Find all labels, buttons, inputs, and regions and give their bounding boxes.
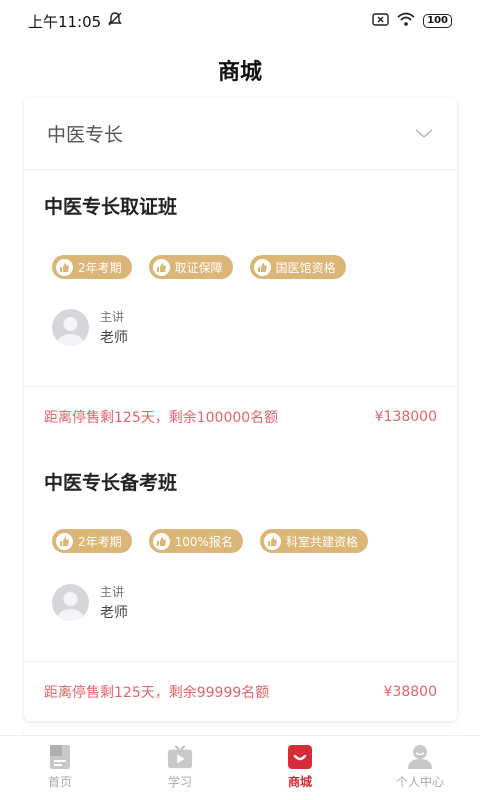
course-tags: 2年考期 取证保障 国医馆资格 <box>52 255 346 279</box>
price: ¥38800 <box>383 683 437 700</box>
teacher-role: 主讲 <box>100 310 125 324</box>
category-selector[interactable]: 中医专长 <box>24 98 457 170</box>
status-time: 上午11:05 <box>28 12 102 31</box>
course-title: 中医专长取证班 <box>44 196 178 218</box>
course-tags: 2年考期 100%报名 科室共建资格 <box>52 529 368 553</box>
shop-bag-icon <box>287 744 313 770</box>
sale-info: 距离停售剩125天，剩余100000名额 <box>44 409 279 426</box>
mute-icon <box>107 11 123 31</box>
home-doc-icon <box>47 744 73 770</box>
course-item[interactable]: 中医专长备考班 2年考期 100%报名 科室共建资格 主讲 老师 距离停售剩12… <box>24 446 457 721</box>
tab-label: 首页 <box>47 775 72 789</box>
sale-info: 距离停售剩125天，剩余99999名额 <box>44 684 270 701</box>
course-tag: 取证保障 <box>148 255 233 279</box>
teacher-name: 老师 <box>100 605 128 621</box>
tab-shop[interactable]: 商城 <box>240 736 360 800</box>
tab-label: 学习 <box>167 775 192 789</box>
teacher-role: 主讲 <box>100 585 125 599</box>
sim-icon <box>372 12 389 30</box>
tab-home[interactable]: 首页 <box>0 736 120 800</box>
price: ¥138000 <box>374 408 437 425</box>
thumbs-up-icon <box>263 532 281 550</box>
thumbs-up-icon <box>56 258 73 276</box>
person-icon <box>407 744 433 770</box>
thumbs-up-icon <box>152 258 170 276</box>
tab-label: 个人中心 <box>395 775 444 789</box>
course-list-card: 中医专长 中医专长取证班 2年考期 取证保障 国医馆资格 主讲 老师 距离停售剩… <box>24 98 457 721</box>
tab-study[interactable]: 学习 <box>120 736 240 800</box>
tv-icon <box>167 744 193 770</box>
course-tag: 100%报名 <box>148 529 243 553</box>
sale-info-row: 距离停售剩125天，剩余100000名额 ¥138000 <box>24 386 457 446</box>
category-label: 中医专长 <box>47 124 124 146</box>
course-item[interactable]: 中医专长取证班 2年考期 取证保障 国医馆资格 主讲 老师 距离停售剩125天，… <box>24 170 457 446</box>
thumbs-up-icon <box>152 532 170 550</box>
avatar <box>52 309 89 346</box>
status-bar: 上午11:05 100 <box>0 0 480 42</box>
teacher-info: 主讲 老师 <box>52 583 128 622</box>
chevron-down-icon <box>415 124 433 143</box>
page-title: 商城 <box>217 60 262 85</box>
thumbs-up-icon <box>253 258 271 276</box>
wifi-icon <box>397 12 415 30</box>
sale-info-row: 距离停售剩125天，剩余99999名额 ¥38800 <box>24 661 457 721</box>
tab-profile[interactable]: 个人中心 <box>360 736 480 800</box>
course-title: 中医专长备考班 <box>44 472 178 494</box>
teacher-info: 主讲 老师 <box>52 308 128 347</box>
bottom-tab-bar: 首页 学习 商城 个人中心 <box>0 735 480 800</box>
avatar <box>52 584 89 621</box>
thumbs-up-icon <box>56 532 73 550</box>
course-tag: 2年考期 <box>52 529 132 553</box>
tab-label: 商城 <box>287 775 312 789</box>
course-tag: 科室共建资格 <box>259 529 368 553</box>
battery-icon: 100 <box>423 14 452 28</box>
teacher-name: 老师 <box>100 330 128 346</box>
course-tag: 国医馆资格 <box>249 255 346 279</box>
course-tag: 2年考期 <box>52 255 132 279</box>
